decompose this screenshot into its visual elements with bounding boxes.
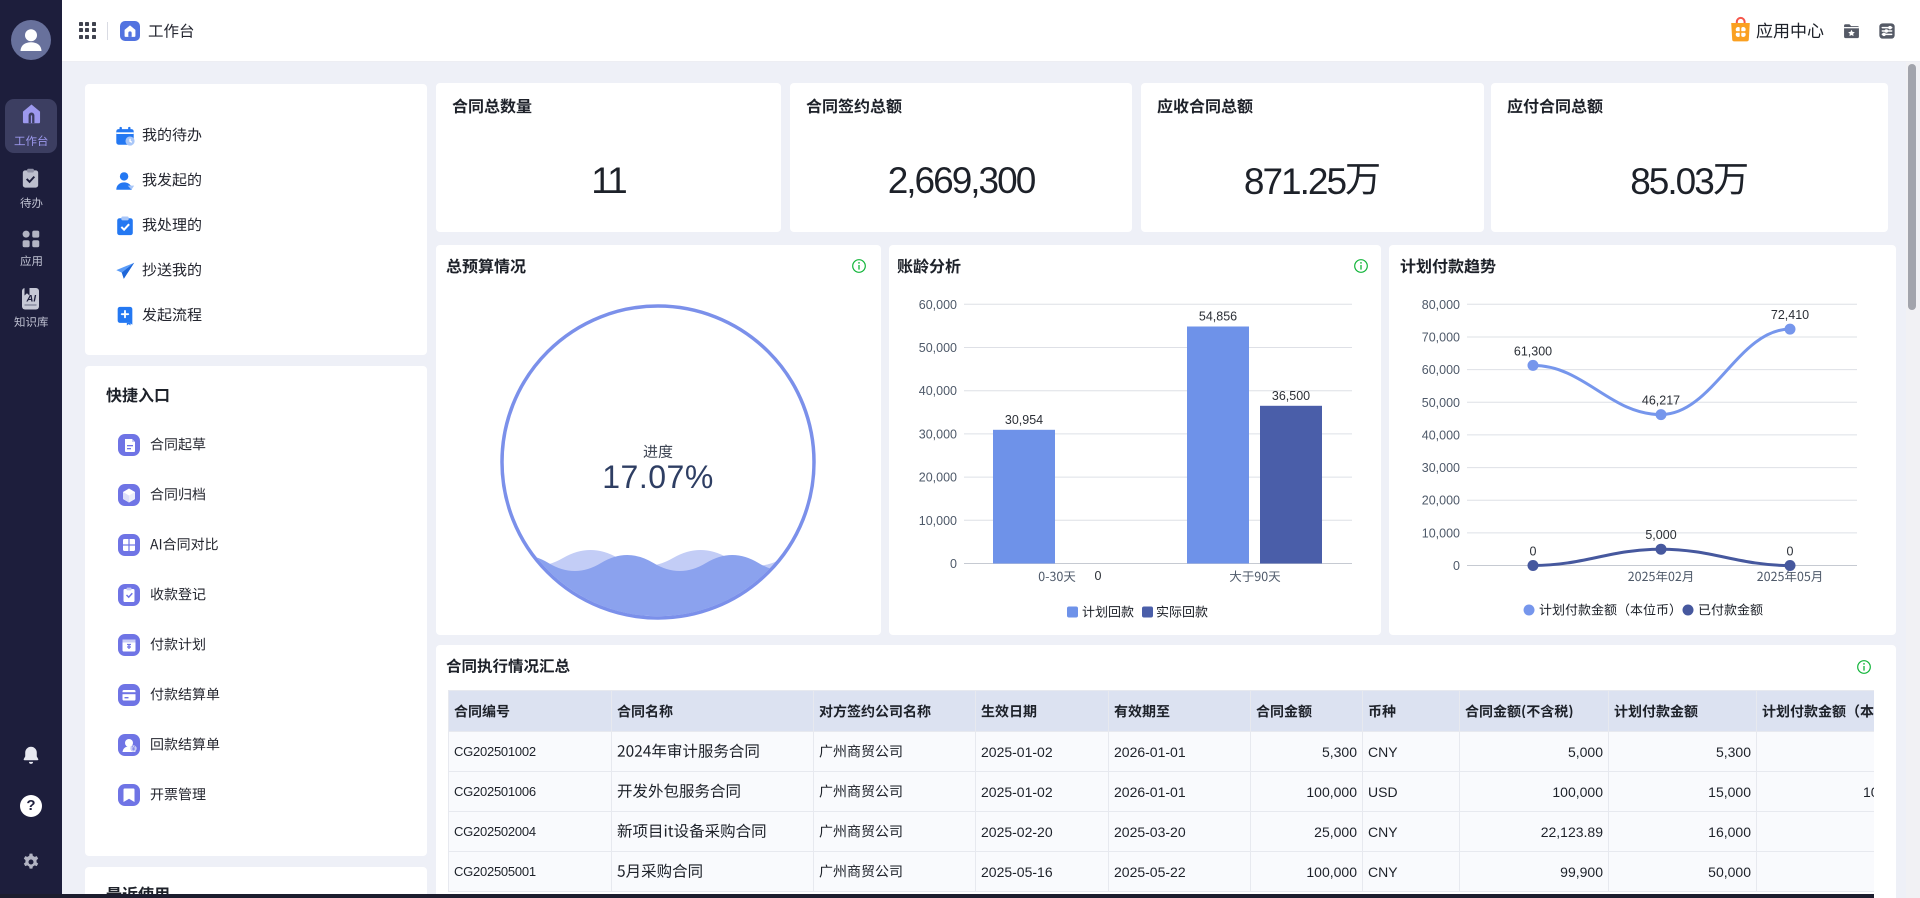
svg-text:30,000: 30,000 (1422, 461, 1460, 475)
svg-text:0: 0 (1095, 569, 1102, 583)
svg-text:5,000: 5,000 (1645, 528, 1676, 542)
svg-text:60,000: 60,000 (1422, 363, 1460, 377)
svg-text:50,000: 50,000 (1422, 396, 1460, 410)
svg-text:46,217: 46,217 (1642, 394, 1680, 408)
svg-text:40,000: 40,000 (919, 384, 957, 398)
svg-text:54,856: 54,856 (1199, 310, 1237, 324)
svg-text:36,500: 36,500 (1272, 389, 1310, 403)
svg-text:30,000: 30,000 (919, 427, 957, 441)
svg-text:10,000: 10,000 (1422, 526, 1460, 540)
svg-text:61,300: 61,300 (1514, 344, 1552, 358)
svg-text:20,000: 20,000 (919, 471, 957, 485)
svg-text:0: 0 (950, 557, 957, 571)
svg-text:20,000: 20,000 (1422, 494, 1460, 508)
svg-text:0: 0 (1787, 545, 1794, 559)
svg-text:70,000: 70,000 (1422, 331, 1460, 345)
svg-text:40,000: 40,000 (1422, 428, 1460, 442)
svg-text:10,000: 10,000 (919, 514, 957, 528)
svg-text:AI: AI (26, 294, 37, 305)
svg-text:60,000: 60,000 (919, 298, 957, 312)
svg-text:17.07%: 17.07% (602, 459, 714, 495)
svg-text:0: 0 (1453, 559, 1460, 573)
svg-text:72,410: 72,410 (1771, 308, 1809, 322)
svg-text:80,000: 80,000 (1422, 298, 1460, 312)
svg-text:30,954: 30,954 (1005, 413, 1043, 427)
svg-text:50,000: 50,000 (919, 341, 957, 355)
svg-text:0: 0 (1530, 545, 1537, 559)
